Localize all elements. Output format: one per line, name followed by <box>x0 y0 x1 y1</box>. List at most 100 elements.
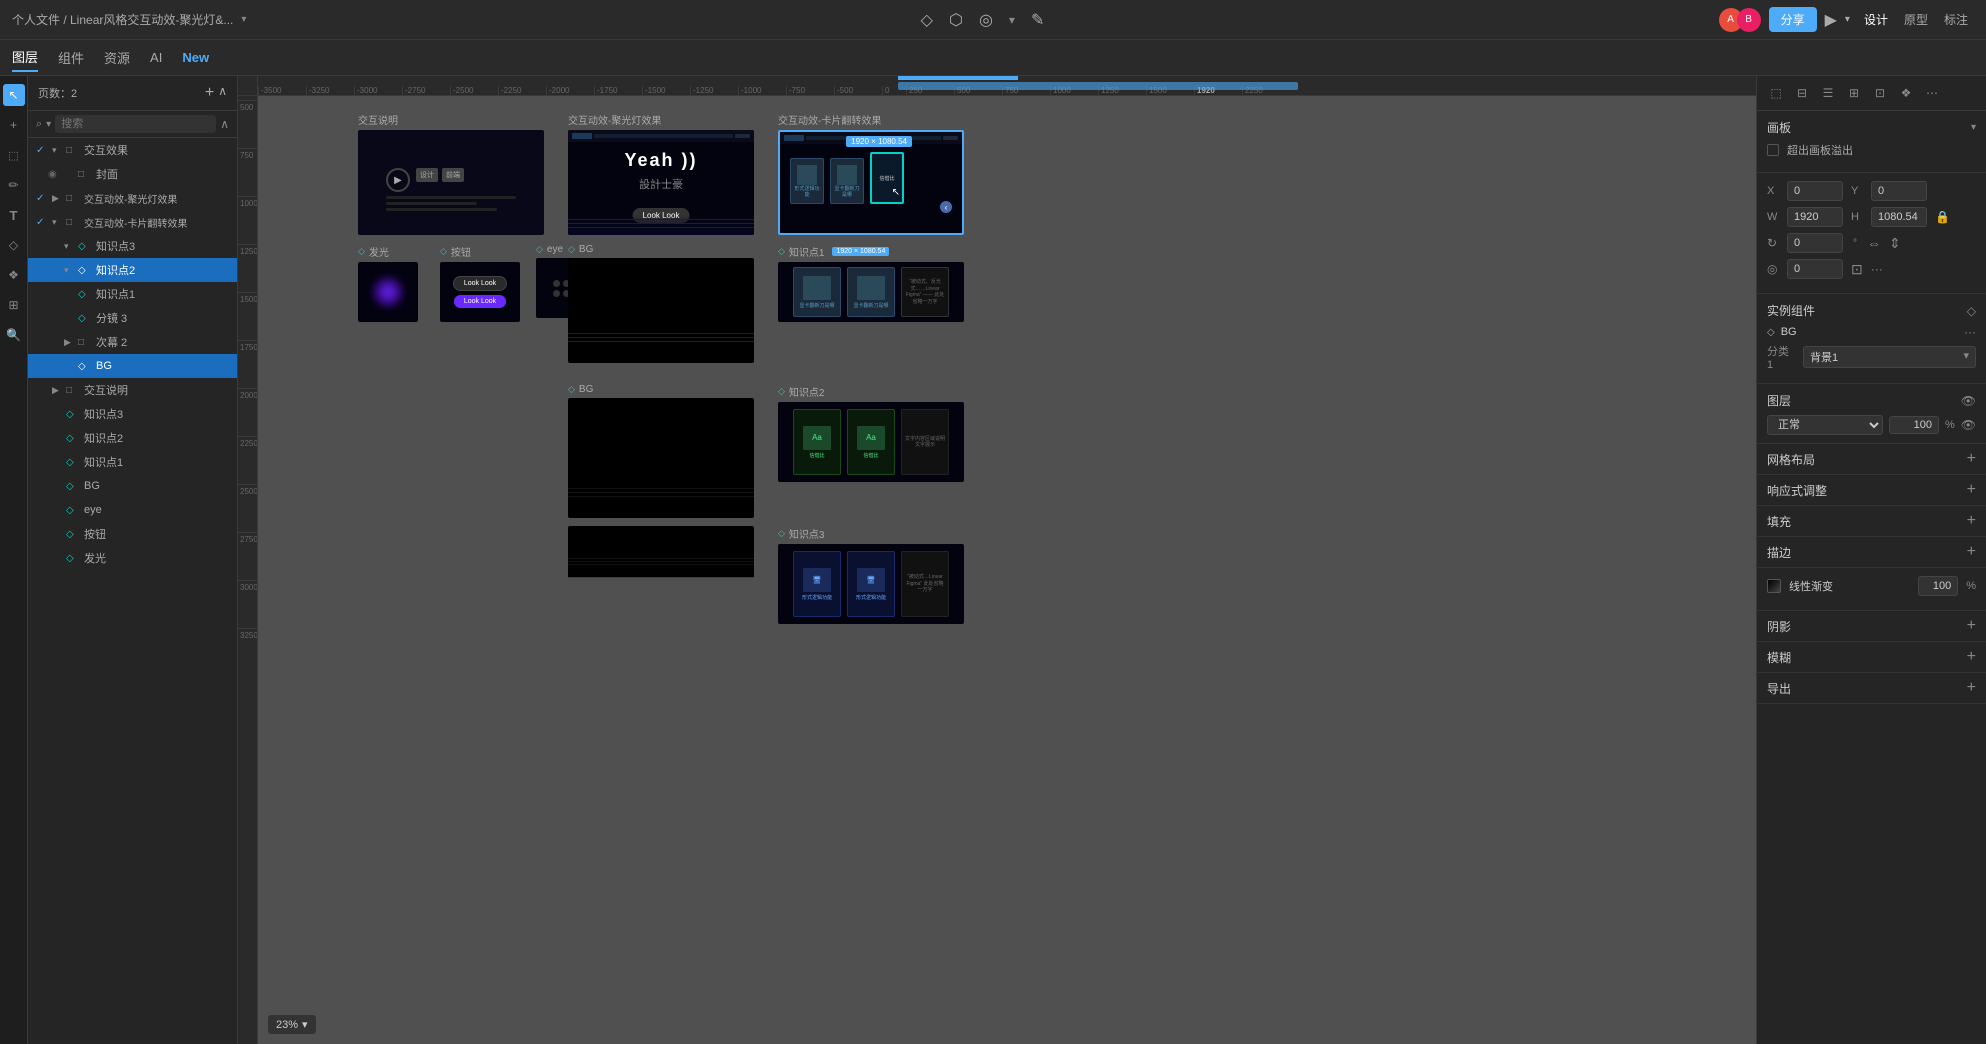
pen-tool[interactable]: ✏ <box>3 174 25 196</box>
layer-item-fengmian[interactable]: ◉ □ 封面 <box>28 162 237 186</box>
grid-tool[interactable]: ⊞ <box>3 294 25 316</box>
layer-item-juguang[interactable]: ✓ ▶ □ 交互动效-聚光灯效果 <box>28 186 237 210</box>
collapse-all-button[interactable]: ∧ <box>218 84 227 102</box>
opacity-input[interactable] <box>1889 416 1939 434</box>
panel-tab-cols[interactable]: ⊞ <box>1843 82 1865 104</box>
eye-circle-icon[interactable]: ◎ <box>979 10 993 30</box>
layer-item-zhishidian1[interactable]: ◇ 知识点1 <box>28 282 237 306</box>
diamond-tool-icon[interactable]: ◇ <box>921 10 933 30</box>
add-responsive-button[interactable]: + <box>1967 481 1976 499</box>
toggle-icon[interactable]: ▶ <box>52 193 62 204</box>
layer-item-jiaohushuoming[interactable]: ▶ □ 交互说明 <box>28 378 237 402</box>
frame-tool[interactable]: ⬚ <box>3 144 25 166</box>
frame-kapian[interactable]: 交互动效-卡片翻转效果 1920 × 1080.54 <box>778 112 964 235</box>
secondnav-ai[interactable]: AI <box>150 46 162 69</box>
edit-icon[interactable]: ✎ <box>1031 10 1044 30</box>
layer-item-anniu[interactable]: ◇ 按钮 <box>28 522 237 546</box>
component-tool[interactable]: ❖ <box>3 264 25 286</box>
panel-tab-layout[interactable]: ⊡ <box>1869 82 1891 104</box>
layer-item-zhishidian1b[interactable]: ◇ 知识点1 <box>28 450 237 474</box>
layer-item-zhishidian3b[interactable]: ◇ 知识点3 <box>28 402 237 426</box>
zoom-display[interactable]: 23% ▾ <box>268 1015 316 1034</box>
flip-h-icon[interactable]: ⇔ <box>1867 235 1881 251</box>
add-blur-button[interactable]: + <box>1967 648 1976 666</box>
y-input[interactable] <box>1871 181 1927 201</box>
panel-tab-list[interactable]: ☰ <box>1817 82 1839 104</box>
chevron-down-icon[interactable]: ▾ <box>46 119 51 130</box>
layer-item-jiaohuxiaoguo[interactable]: ✓ ▾ □ 交互效果 <box>28 138 237 162</box>
layer-item-cimu2[interactable]: ▶ □ 次幕 2 <box>28 330 237 354</box>
frame-jiaohushuoming[interactable]: 交互说明 ▶ 设计 前端 <box>358 112 544 235</box>
panel-tab-grid[interactable]: ⊟ <box>1791 82 1813 104</box>
toggle-icon[interactable]: ▶ <box>64 337 74 348</box>
resize-icon[interactable]: ⊡ <box>1851 261 1863 278</box>
panel-blur[interactable]: 模糊 + <box>1757 642 1986 673</box>
layer-item-kapian[interactable]: ✓ ▾ □ 交互动效-卡片翻转效果 <box>28 210 237 234</box>
text-tool[interactable]: T <box>3 204 25 226</box>
more-options-icon[interactable]: ··· <box>1871 262 1883 276</box>
canvas-area[interactable]: -3500 -3250 -3000 -2750 -2500 -2250 -200… <box>238 76 1756 1044</box>
gradient-swatch[interactable] <box>1767 579 1781 593</box>
frame-box-kapian[interactable]: 1920 × 1080.54 形式逻辑功能 <box>778 130 964 235</box>
toggle-icon[interactable]: ▾ <box>52 145 62 156</box>
w-input[interactable] <box>1787 207 1843 227</box>
subsection-bg-stripes[interactable] <box>568 526 754 578</box>
rotate-input[interactable] <box>1787 233 1843 253</box>
category-chevron[interactable]: ▾ <box>1963 349 1969 362</box>
category-value[interactable]: 背景1 ▾ <box>1803 346 1976 368</box>
search-tool[interactable]: 🔍 <box>3 324 25 346</box>
tab-design[interactable]: 设计 <box>1858 9 1894 30</box>
subsection-bg-large[interactable]: ◇ BG <box>568 384 754 518</box>
layer-item-bgb[interactable]: ◇ BG <box>28 474 237 498</box>
secondnav-assets[interactable]: 资源 <box>104 44 130 71</box>
subsection-faguang[interactable]: ◇ 发光 <box>358 244 418 322</box>
layer-visibility-icon[interactable]: 👁 <box>1961 394 1976 408</box>
tab-annotation[interactable]: 标注 <box>1938 9 1974 30</box>
layer-item-fenjing3[interactable]: ◇ 分镜 3 <box>28 306 237 330</box>
add-layer-button[interactable]: + <box>205 84 214 102</box>
chevron-down-icon[interactable]: ▾ <box>1009 13 1015 27</box>
toggle-icon[interactable]: ▾ <box>64 241 74 252</box>
add-grid-button[interactable]: + <box>1967 450 1976 468</box>
add-export-button[interactable]: + <box>1967 679 1976 697</box>
panel-fill[interactable]: 填充 + <box>1757 506 1986 537</box>
corner-input[interactable] <box>1787 259 1843 279</box>
layer-item-zhishidian3[interactable]: ▾ ◇ 知识点3 <box>28 234 237 258</box>
toggle-icon[interactable]: ▾ <box>64 265 74 276</box>
add-fill-button[interactable]: + <box>1967 512 1976 530</box>
hexagon-icon[interactable]: ⬡ <box>949 10 963 30</box>
add-shadow-button[interactable]: + <box>1967 617 1976 635</box>
play-arrow-icon[interactable]: ▾ <box>1845 14 1850 25</box>
instance-settings-icon[interactable]: ◇ <box>1967 304 1976 318</box>
layer-item-zhishidian2b[interactable]: ◇ 知识点2 <box>28 426 237 450</box>
canvas-scroll-area[interactable]: 交互说明 ▶ 设计 前端 <box>258 96 1756 1044</box>
tab-prototype[interactable]: 原型 <box>1898 9 1934 30</box>
layer-item-bg1[interactable]: ◇ BG <box>28 354 237 378</box>
panel-tab-component[interactable]: ❖ <box>1895 82 1917 104</box>
chevron-down-icon[interactable]: ▾ <box>241 14 246 25</box>
opacity-visibility-icon[interactable]: 👁 <box>1961 418 1976 432</box>
transparency-value[interactable] <box>1918 576 1958 596</box>
search-input[interactable] <box>55 115 216 133</box>
subsection-zhishidian2[interactable]: ◇ 知识点2 Aa 信借比 Aa <box>778 384 964 482</box>
toggle-icon[interactable]: ▶ <box>52 385 62 396</box>
zoom-chevron[interactable]: ▾ <box>302 1018 308 1031</box>
frame-box-jiaohushuoming[interactable]: ▶ 设计 前端 <box>358 130 544 235</box>
panel-tab-more[interactable]: ⋯ <box>1921 82 1943 104</box>
layer-item-eye[interactable]: ◇ eye <box>28 498 237 522</box>
layer-item-faguang[interactable]: ◇ 发光 <box>28 546 237 570</box>
subsection-zhishidian1[interactable]: ◇ 知识点1 1920 × 1080.54 显卡翻新刀是哪 显卡翻新刀是哪 <box>778 244 964 322</box>
toggle-icon[interactable]: ▾ <box>52 217 62 228</box>
flip-v-icon[interactable]: ⇕ <box>1889 235 1901 252</box>
subsection-zhishidian3[interactable]: ◇ 知识点3 🖥 形式逻辑功能 🖥 <box>778 526 964 624</box>
instance-more-icon[interactable]: ··· <box>1964 325 1976 339</box>
panel-export[interactable]: 导出 + <box>1757 673 1986 704</box>
play-button[interactable]: ▶ <box>1825 10 1837 30</box>
panel-responsive[interactable]: 响应式调整 + <box>1757 475 1986 506</box>
blend-mode-select[interactable]: 正常 <box>1767 415 1883 435</box>
share-button[interactable]: 分享 <box>1769 7 1817 32</box>
add-stroke-button[interactable]: + <box>1967 543 1976 561</box>
layer-item-zhishidian2[interactable]: ▾ ◇ 知识点2 <box>28 258 237 282</box>
secondnav-layers[interactable]: 图层 <box>12 43 38 72</box>
panel-tab-frame[interactable]: ⬚ <box>1765 82 1787 104</box>
